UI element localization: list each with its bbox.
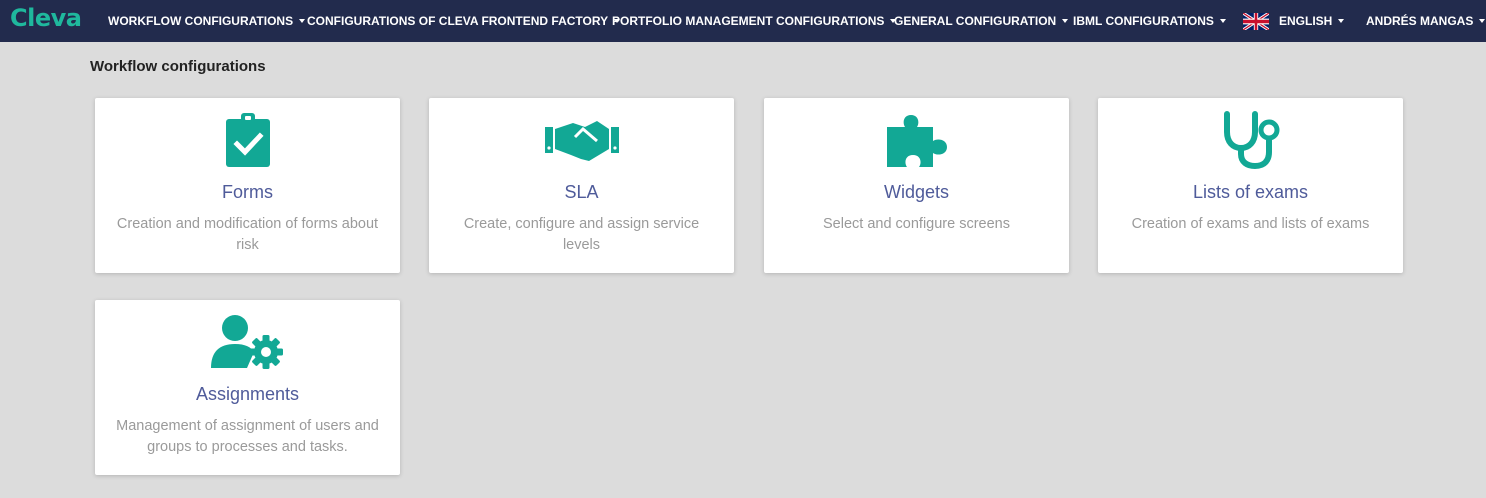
cleva-logo[interactable]: Cleva	[10, 4, 82, 32]
card-title: Widgets	[883, 182, 950, 202]
card-title: SLA	[564, 182, 599, 202]
uk-flag-icon	[1243, 12, 1269, 30]
language-selector[interactable]: ENGLISH	[1243, 0, 1345, 42]
card-description: Creation and modification of forms about…	[116, 216, 379, 253]
card-forms[interactable]: Forms Creation and modification of forms…	[95, 98, 400, 273]
caret-down-icon	[1062, 19, 1069, 23]
user-menu[interactable]: ANDRÉS MANGAS	[1366, 0, 1486, 42]
card-sla[interactable]: SLA Create, configure and assign service…	[429, 98, 734, 273]
card-description: Management of assignment of users and gr…	[116, 418, 379, 455]
card-title: Forms	[222, 182, 273, 202]
card-title: Assignments	[195, 384, 300, 404]
card-description: Create, configure and assign service lev…	[463, 216, 700, 253]
card-assignments[interactable]: Assignments Management of assignment of …	[95, 300, 400, 475]
page-title: Workflow configurations	[90, 58, 266, 75]
card-description: Select and configure screens	[823, 216, 1010, 232]
nav-frontend-factory-configurations[interactable]: CONFIGURATIONS OF CLEVA FRONTEND FACTORY	[307, 0, 621, 42]
caret-down-icon	[1219, 19, 1226, 23]
card-title: Lists of exams	[1192, 182, 1309, 202]
handshake-icon	[544, 121, 619, 161]
caret-down-icon	[299, 19, 306, 23]
language-label: ENGLISH	[1279, 14, 1333, 28]
nav-item-label: CONFIGURATIONS OF CLEVA FRONTEND FACTORY	[307, 14, 609, 28]
nav-item-label: IBML CONFIGURATIONS	[1073, 14, 1214, 28]
card-widgets[interactable]: Widgets Select and configure screens	[764, 98, 1069, 273]
top-navbar: Cleva WORKFLOW CONFIGURATIONS CONFIGURAT…	[0, 0, 1486, 42]
nav-portfolio-management-configurations[interactable]: PORTFOLIO MANAGEMENT CONFIGURATIONS	[612, 0, 897, 42]
caret-down-icon	[1479, 19, 1486, 23]
card-description: Creation of exams and lists of exams	[1131, 216, 1370, 232]
user-name: ANDRÉS MANGAS	[1366, 14, 1474, 28]
caret-down-icon	[1338, 19, 1345, 23]
card-lists-of-exams[interactable]: Lists of exams Creation of exams and lis…	[1098, 98, 1403, 273]
nav-item-label: WORKFLOW CONFIGURATIONS	[108, 14, 294, 28]
clipboard-check-icon	[225, 113, 270, 167]
nav-item-label: PORTFOLIO MANAGEMENT CONFIGURATIONS	[612, 14, 885, 28]
nav-item-label: GENERAL CONFIGURATION	[894, 14, 1057, 28]
user-gear-icon	[210, 315, 283, 369]
nav-workflow-configurations[interactable]: WORKFLOW CONFIGURATIONS	[108, 0, 306, 42]
nav-general-configuration[interactable]: GENERAL CONFIGURATION	[894, 0, 1069, 42]
puzzle-piece-icon	[886, 115, 947, 167]
nav-ibml-configurations[interactable]: IBML CONFIGURATIONS	[1073, 0, 1226, 42]
stethoscope-icon	[1223, 111, 1279, 170]
